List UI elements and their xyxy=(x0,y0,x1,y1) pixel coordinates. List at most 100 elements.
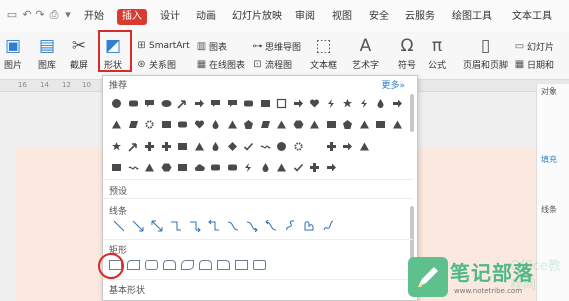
smartart-button[interactable]: ⊞ SmartArt xyxy=(136,40,189,51)
shape-thumbnail[interactable] xyxy=(227,141,239,152)
shape-thumbnail[interactable] xyxy=(276,162,288,173)
shape-thumbnail[interactable] xyxy=(375,119,387,130)
shape-thumbnail[interactable] xyxy=(161,98,173,109)
shape-thumbnail[interactable] xyxy=(375,98,387,109)
shape-thumbnail[interactable] xyxy=(342,141,354,152)
shape-thumbnail[interactable] xyxy=(194,162,206,173)
tab-security[interactable]: 安全 xyxy=(369,9,389,25)
symbol-button[interactable]: Ω 符号 xyxy=(396,36,418,71)
rectangle-shape-thumbnail[interactable] xyxy=(199,260,212,270)
shape-thumbnail[interactable] xyxy=(309,141,321,152)
shape-thumbnail[interactable] xyxy=(128,98,140,109)
shape-thumbnail[interactable] xyxy=(276,141,288,152)
redo-icon[interactable]: ↷ xyxy=(34,9,46,21)
shape-thumbnail[interactable] xyxy=(111,119,123,130)
line-shape-thumbnail[interactable] xyxy=(151,220,163,235)
shape-thumbnail[interactable] xyxy=(227,162,239,173)
rectangle-shape-thumbnail[interactable] xyxy=(163,260,176,270)
tab-view[interactable]: 视图 xyxy=(332,9,352,25)
shape-thumbnail[interactable] xyxy=(177,141,189,152)
line-shape-thumbnail[interactable] xyxy=(189,220,201,235)
tab-text-tools[interactable]: 文本工具 xyxy=(512,9,552,25)
shape-thumbnail[interactable] xyxy=(276,119,288,130)
shape-thumbnail[interactable] xyxy=(260,141,272,152)
chart-button[interactable]: ▥ 图表 xyxy=(196,40,227,53)
shape-thumbnail[interactable] xyxy=(161,141,173,152)
shape-thumbnail[interactable] xyxy=(111,162,123,173)
formula-button[interactable]: π 公式 xyxy=(426,36,448,71)
chevron-down-icon[interactable]: ▾ xyxy=(62,9,74,21)
shape-thumbnail[interactable] xyxy=(359,119,371,130)
shape-thumbnail[interactable] xyxy=(177,119,189,130)
line-tab[interactable]: 线条 xyxy=(541,204,557,215)
line-shape-thumbnail[interactable] xyxy=(170,220,182,235)
shape-thumbnail[interactable] xyxy=(326,98,338,109)
line-shape-thumbnail[interactable] xyxy=(132,220,144,235)
shape-thumbnail[interactable] xyxy=(161,162,173,173)
shape-thumbnail[interactable] xyxy=(326,119,338,130)
shape-thumbnail[interactable] xyxy=(359,141,371,152)
shape-thumbnail[interactable] xyxy=(177,98,189,109)
online-chart-button[interactable]: ▦ 在线图表 xyxy=(196,58,245,71)
shape-thumbnail[interactable] xyxy=(309,162,321,173)
mindmap-button[interactable]: ⊶ 思维导图 xyxy=(252,40,302,53)
shape-thumbnail[interactable] xyxy=(227,119,239,130)
shape-thumbnail[interactable] xyxy=(276,98,288,109)
shape-thumbnail[interactable] xyxy=(144,141,156,152)
shape-thumbnail[interactable] xyxy=(293,162,305,173)
line-shape-thumbnail[interactable] xyxy=(265,219,277,235)
shape-thumbnail[interactable] xyxy=(260,119,272,130)
shape-thumbnail[interactable] xyxy=(260,98,272,109)
shape-thumbnail[interactable] xyxy=(111,98,123,109)
tab-design[interactable]: 设计 xyxy=(160,9,180,25)
shape-thumbnail[interactable] xyxy=(392,98,404,109)
flowchart-button[interactable]: ⊡ 流程图 xyxy=(252,58,292,71)
tab-animation[interactable]: 动画 xyxy=(196,9,216,25)
shape-thumbnail[interactable] xyxy=(326,141,338,152)
shape-thumbnail[interactable] xyxy=(359,98,371,109)
shape-thumbnail[interactable] xyxy=(144,98,156,109)
picture-button[interactable]: ▣ 图片 xyxy=(2,36,24,71)
shape-thumbnail[interactable] xyxy=(227,98,239,109)
shape-thumbnail[interactable] xyxy=(210,119,222,130)
rectangle-shape-thumbnail[interactable] xyxy=(145,260,158,270)
shape-thumbnail[interactable] xyxy=(293,141,305,152)
line-shape-thumbnail[interactable] xyxy=(284,220,296,235)
line-shape-thumbnail[interactable] xyxy=(113,220,125,235)
shape-thumbnail[interactable] xyxy=(128,141,140,152)
shape-thumbnail[interactable] xyxy=(194,119,206,130)
shape-thumbnail[interactable] xyxy=(260,162,272,173)
scrollbar[interactable] xyxy=(410,94,414,132)
header-footer-button[interactable]: ▯ 页眉和页脚 xyxy=(463,36,508,71)
rectangle-shape-thumbnail[interactable] xyxy=(235,260,248,270)
line-shape-thumbnail[interactable] xyxy=(303,220,315,235)
tab-slideshow[interactable]: 幻灯片放映 xyxy=(232,9,282,25)
shape-thumbnail[interactable] xyxy=(392,119,404,130)
shape-thumbnail[interactable] xyxy=(243,141,255,152)
rectangle-shape-thumbnail[interactable] xyxy=(181,260,194,270)
shape-thumbnail[interactable] xyxy=(309,119,321,130)
tab-review[interactable]: 审阅 xyxy=(295,9,315,25)
shape-thumbnail[interactable] xyxy=(128,162,140,173)
tab-cloud[interactable]: 云服务 xyxy=(405,9,435,25)
tab-insert[interactable]: 插入 xyxy=(117,9,147,25)
shape-thumbnail[interactable] xyxy=(194,141,206,152)
shape-thumbnail[interactable] xyxy=(243,162,255,173)
gallery-button[interactable]: ▤ 图库 xyxy=(36,36,58,71)
wordart-button[interactable]: A 艺术字 xyxy=(352,36,379,71)
undo-icon[interactable]: ↶ xyxy=(21,9,33,21)
shape-thumbnail[interactable] xyxy=(210,162,222,173)
shape-thumbnail[interactable] xyxy=(210,98,222,109)
line-shape-thumbnail[interactable] xyxy=(227,220,239,235)
datetime-button[interactable]: ▦ 日期和 xyxy=(514,58,554,71)
rectangle-shape-thumbnail[interactable] xyxy=(127,260,140,270)
line-shape-thumbnail[interactable] xyxy=(322,220,334,235)
shape-thumbnail[interactable] xyxy=(111,141,123,152)
textbox-button[interactable]: ⬚ 文本框 xyxy=(310,36,337,71)
relation-button[interactable]: ⊛ 关系图 xyxy=(136,58,176,71)
shape-thumbnail[interactable] xyxy=(161,119,173,130)
line-shape-thumbnail[interactable] xyxy=(246,220,258,235)
shape-thumbnail[interactable] xyxy=(243,98,255,109)
save-icon[interactable]: ▭ xyxy=(6,9,18,21)
shape-thumbnail[interactable] xyxy=(128,119,140,130)
